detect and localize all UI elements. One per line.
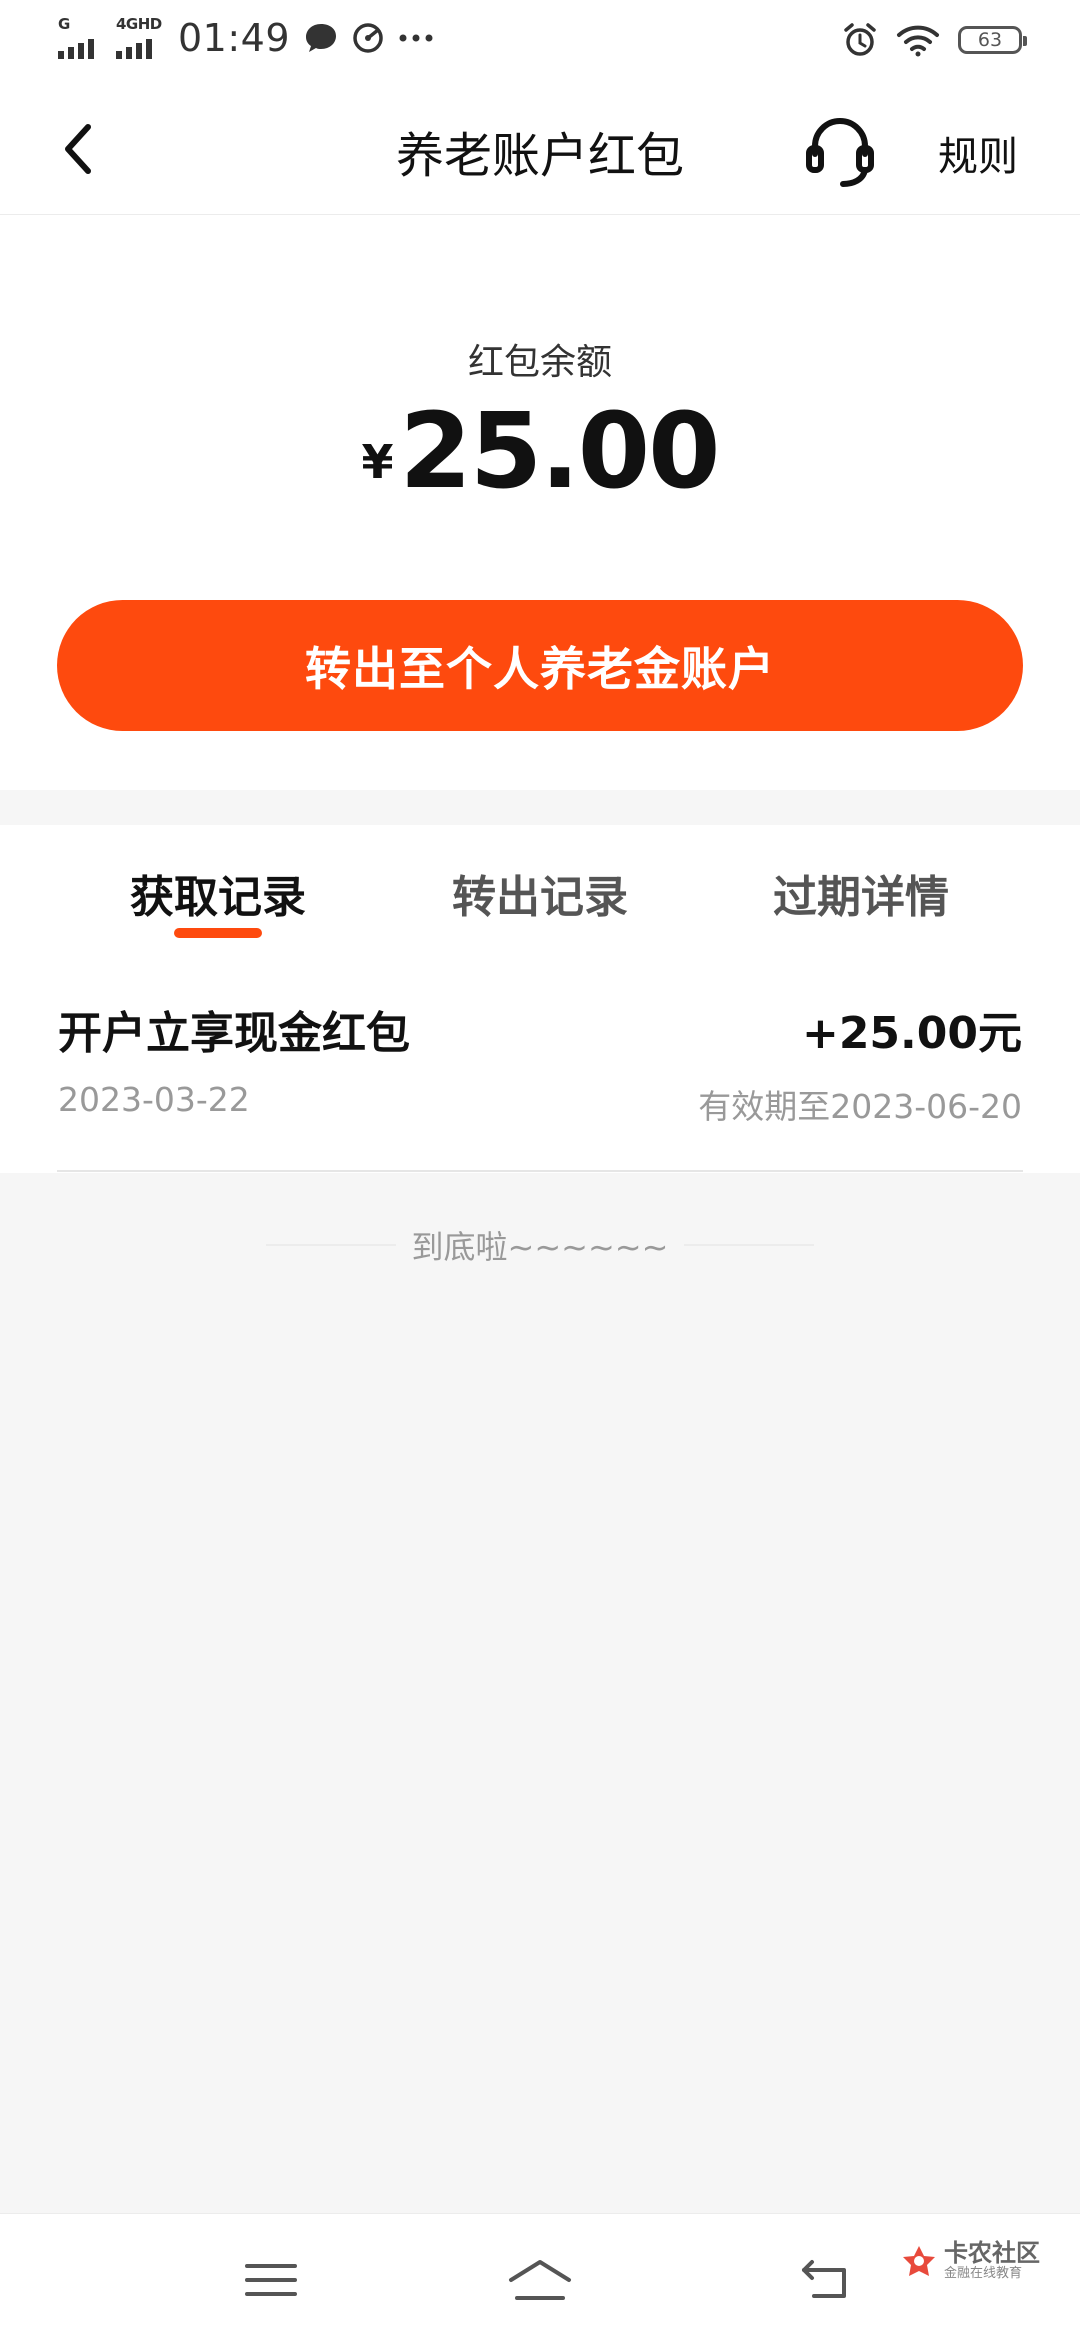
tab-transfer-records[interactable]: 转出记录	[410, 861, 670, 925]
rules-link[interactable]: 规则	[938, 124, 1018, 182]
balance-value: 25.00	[399, 390, 721, 512]
end-of-list-text: 到底啦~~~~~~	[411, 1228, 669, 1266]
speed-gauge-icon	[353, 23, 383, 53]
record-expiry: 有效期至2023-06-20	[698, 1087, 1022, 1126]
record-date: 2023-03-22	[58, 1080, 250, 1119]
page-title: 养老账户红包	[395, 128, 684, 184]
signal-strength-2-icon: 4GHD	[116, 15, 162, 59]
menu-icon	[245, 2264, 297, 2296]
alarm-clock-icon	[844, 23, 876, 56]
headset-icon	[806, 118, 874, 187]
transfer-to-pension-button[interactable]: 转出至个人养老金账户	[57, 600, 1023, 731]
network-type-1: G	[58, 15, 70, 33]
back-icon	[802, 2260, 846, 2298]
signal-strength-1-icon: G	[58, 15, 104, 59]
home-icon	[509, 2260, 571, 2300]
records-section: 获取记录 转出记录 过期详情 开户立享现金红包 +25.00元 2023-03-…	[0, 825, 1080, 1173]
battery-level: 63	[977, 28, 1003, 51]
end-of-list-indicator: 到底啦~~~~~~	[0, 1220, 1080, 1270]
clock-time: 01:49	[178, 16, 291, 60]
header: 养老账户红包 规则	[0, 86, 1080, 215]
status-bar: G 4GHD 01:49 63	[0, 0, 1080, 86]
divider	[57, 1170, 1023, 1172]
balance-amount: ¥ 25.00	[0, 399, 1080, 503]
watermark: 卡农社区 金融在线教育	[900, 2240, 1040, 2282]
tab-obtained-records[interactable]: 获取记录	[88, 861, 348, 925]
chat-bubble-icon	[306, 24, 337, 52]
network-type-2: 4GHD	[116, 15, 162, 33]
watermark-subtitle: 金融在线教育	[944, 2266, 1023, 2282]
kanong-logo-icon	[903, 2245, 935, 2276]
more-dots-icon	[399, 34, 433, 42]
divider	[684, 1244, 815, 1246]
wifi-icon	[897, 25, 939, 57]
home-button[interactable]	[505, 2254, 575, 2306]
record-title: 开户立享现金红包	[58, 1008, 410, 1059]
record-tabs: 获取记录 转出记录 过期详情	[0, 825, 1080, 955]
divider	[265, 1244, 396, 1246]
battery-icon: 63	[958, 26, 1027, 54]
active-tab-indicator	[174, 928, 262, 938]
currency-symbol: ¥	[361, 435, 394, 489]
record-amount: +25.00元	[801, 1008, 1022, 1059]
balance-label: 红包余额	[467, 342, 612, 383]
customer-service-button[interactable]	[803, 114, 877, 188]
tab-expired-details[interactable]: 过期详情	[731, 861, 991, 925]
menu-button[interactable]	[241, 2254, 301, 2306]
watermark-title: 卡农社区	[944, 2239, 1040, 2267]
back-nav-button[interactable]	[796, 2254, 856, 2306]
balance-card: 红包余额 ¥ 25.00 转出至个人养老金账户	[0, 215, 1080, 790]
